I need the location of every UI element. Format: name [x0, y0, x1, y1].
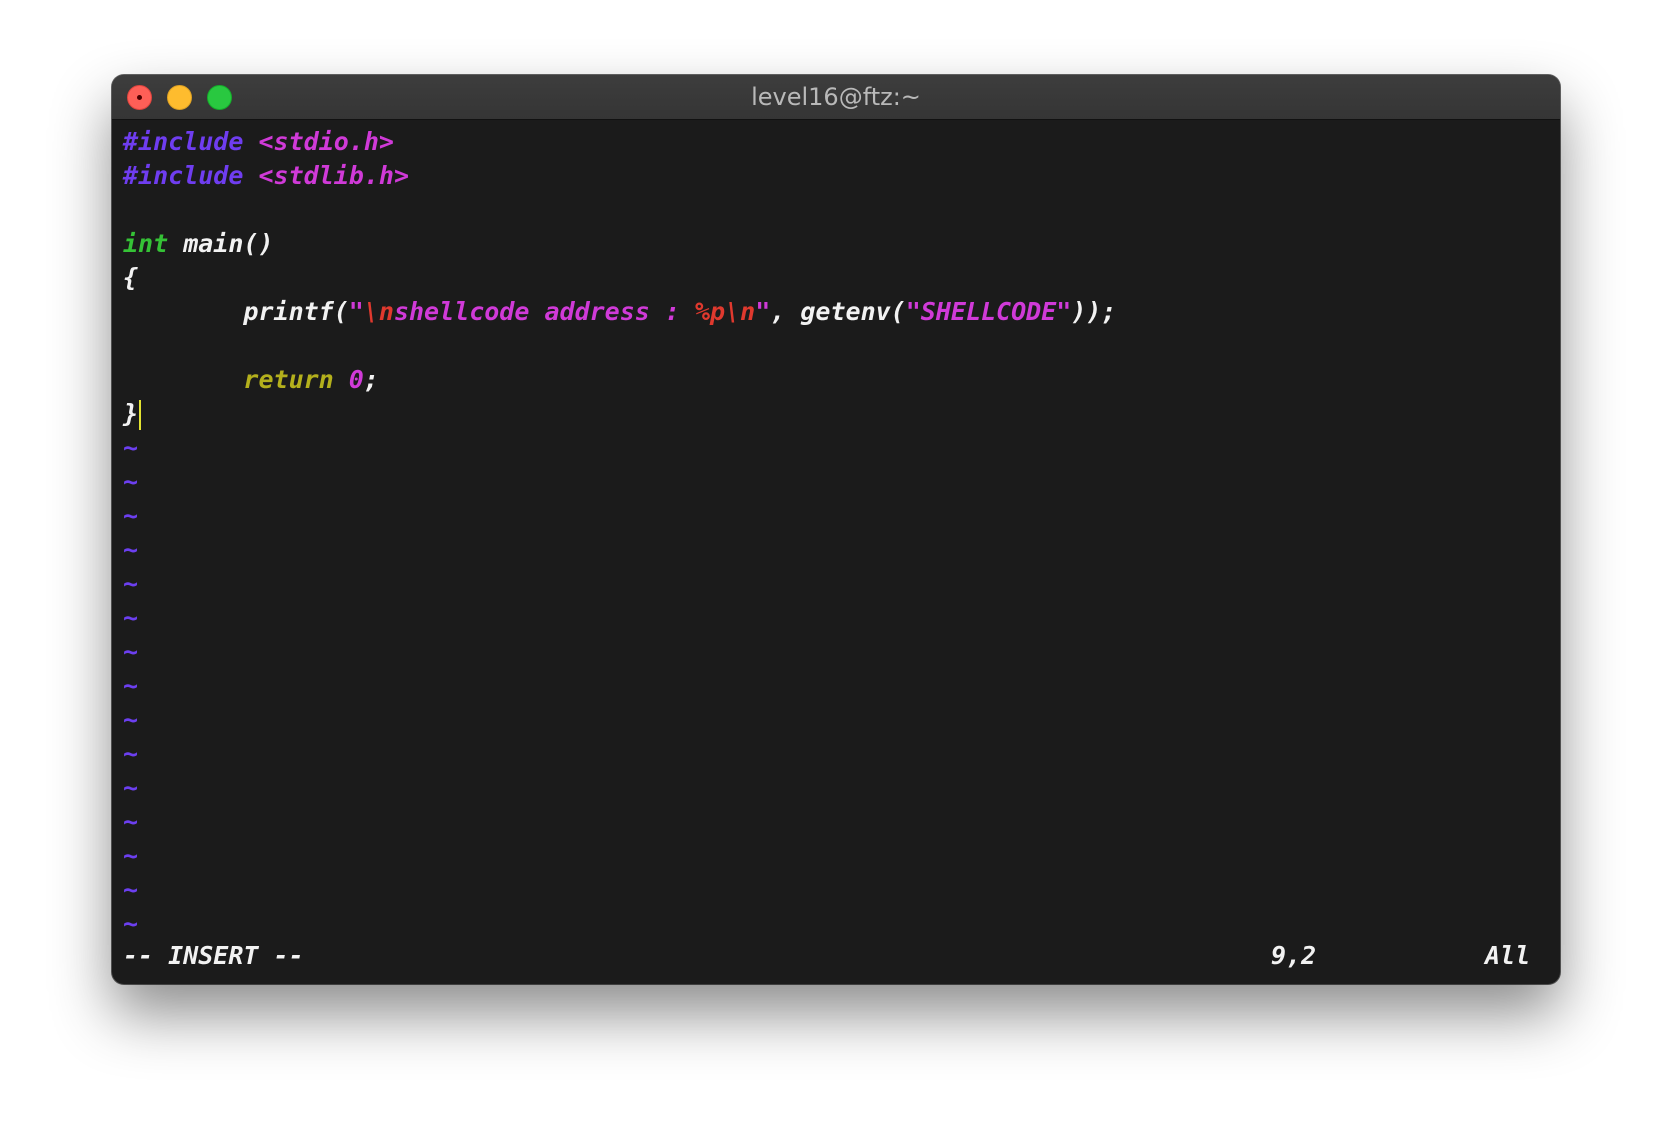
text-cursor — [139, 400, 142, 430]
preproc-directive: #include — [123, 161, 244, 190]
string-quote: " — [755, 297, 771, 326]
empty-line-tilde: ~ — [123, 841, 139, 870]
scroll-indicator: All — [1485, 941, 1531, 970]
empty-line-tilde: ~ — [123, 501, 139, 530]
empty-line-tilde: ~ — [123, 671, 139, 700]
open-brace: { — [123, 263, 139, 292]
code-line-9: } — [123, 397, 1560, 431]
format-specifier: %p — [694, 297, 726, 326]
empty-line-tilde: ~ — [123, 433, 139, 462]
string-literal: "SHELLCODE" — [905, 297, 1072, 326]
empty-line-tilde: ~ — [123, 535, 139, 564]
code-line-5: { — [123, 261, 1560, 295]
empty-line-tilde: ~ — [123, 603, 139, 632]
empty-line-tilde: ~ — [123, 739, 139, 768]
vim-status-line: -- INSERT -- 9,2 All — [123, 939, 1560, 973]
empty-line-tilde: ~ — [123, 467, 139, 496]
string-quote: " — [348, 297, 364, 326]
type-keyword: int — [123, 229, 169, 258]
vim-editor[interactable]: #include <stdio.h> #include <stdlib.h> i… — [123, 125, 1560, 941]
close-brace: } — [123, 399, 139, 428]
window-title: level16@ftz:~ — [751, 83, 921, 111]
mode-indicator: -- INSERT -- — [123, 941, 304, 970]
call-end: )); — [1071, 297, 1117, 326]
cursor-position: 9,2 — [1271, 941, 1317, 970]
escape-sequence: \n — [363, 297, 394, 326]
empty-line-tilde: ~ — [123, 705, 139, 734]
empty-line-tilde: ~ — [123, 909, 139, 938]
return-keyword: return — [243, 365, 334, 394]
code-line-2: #include <stdlib.h> — [123, 159, 1560, 193]
getenv-call: , getenv( — [770, 297, 906, 326]
code-line-1: #include <stdio.h> — [123, 125, 1560, 159]
number-literal: 0 — [348, 365, 364, 394]
string-literal: shellcode address : — [393, 297, 695, 326]
empty-line-tilde: ~ — [123, 875, 139, 904]
empty-line-tilde: ~ — [123, 773, 139, 802]
preproc-directive: #include — [123, 127, 244, 156]
empty-line-tilde: ~ — [123, 569, 139, 598]
escape-sequence: \n — [725, 297, 756, 326]
printf-call: printf( — [243, 297, 349, 326]
empty-line-tilde: ~ — [123, 807, 139, 836]
terminal-window: level16@ftz:~ #include <stdio.h> #includ… — [112, 75, 1560, 984]
title-bar[interactable]: level16@ftz:~ — [112, 75, 1560, 120]
semicolon: ; — [363, 365, 379, 394]
function-signature: main() — [168, 229, 274, 258]
code-line-4: int main() — [123, 227, 1560, 261]
empty-line-tilde: ~ — [123, 637, 139, 666]
code-line-8: return 0; — [123, 363, 1560, 397]
code-line-6: printf("\nshellcode address : %p\n", get… — [123, 295, 1560, 329]
include-header: <stdlib.h> — [258, 161, 409, 190]
include-header: <stdio.h> — [258, 127, 394, 156]
